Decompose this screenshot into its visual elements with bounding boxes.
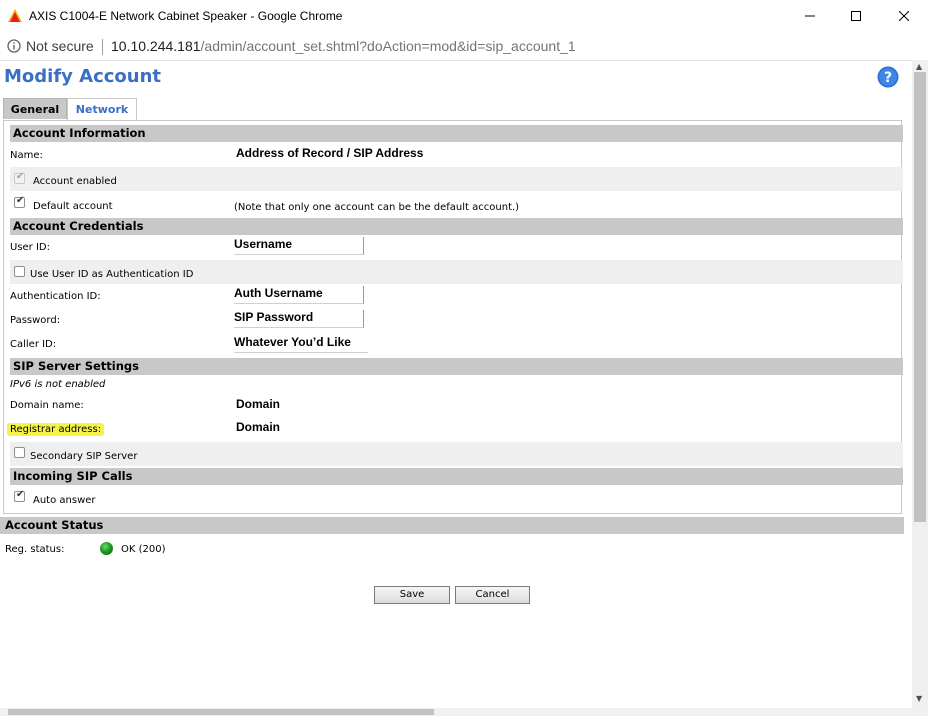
auto-answer-checkbox[interactable] (14, 489, 25, 502)
maximize-icon (851, 11, 861, 21)
secondary-sip-server-checkbox[interactable] (14, 447, 25, 458)
maximize-button[interactable] (833, 0, 879, 32)
user-id-input[interactable]: Username (234, 237, 364, 255)
tab-network[interactable]: Network (67, 98, 137, 120)
vertical-scroll-thumb[interactable] (914, 72, 926, 522)
account-enabled-label: Account enabled (33, 176, 117, 187)
page-title: Modify Account (4, 66, 162, 87)
status-ok-icon (100, 542, 113, 555)
window-title: AXIS C1004-E Network Cabinet Speaker - G… (29, 9, 343, 23)
registrar-address-value[interactable]: Domain (236, 420, 280, 434)
registrar-highlight: Registrar address: (7, 423, 105, 436)
horizontal-scroll-thumb[interactable] (8, 709, 434, 715)
svg-text:?: ? (884, 70, 892, 86)
address-bar[interactable]: Not secure 10.10.244.181/admin/account_s… (0, 32, 928, 61)
minimize-button[interactable] (787, 0, 833, 32)
user-id-value: Username (234, 237, 293, 251)
password-value: SIP Password (234, 310, 314, 324)
not-secure-label[interactable]: Not secure (26, 38, 94, 54)
reg-status-value: OK (200) (121, 544, 166, 555)
authentication-id-value: Auth Username (234, 286, 323, 300)
caller-id-label: Caller ID: (10, 339, 57, 350)
window-title-bar: AXIS C1004-E Network Cabinet Speaker - G… (0, 0, 928, 32)
reg-status-label: Reg. status: (5, 544, 65, 555)
default-account-note: (Note that only one account can be the d… (234, 202, 520, 213)
account-enabled-checkbox[interactable] (14, 171, 25, 184)
url-text[interactable]: 10.10.244.181/admin/account_set.shtml?do… (111, 38, 576, 54)
name-value[interactable]: Address of Record / SIP Address (236, 146, 423, 160)
close-window-button[interactable] (879, 0, 928, 32)
save-button[interactable]: Save (374, 586, 450, 604)
use-user-id-checkbox[interactable] (14, 266, 25, 277)
minimize-icon (805, 15, 815, 17)
ipv6-note: IPv6 is not enabled (10, 379, 106, 390)
url-host: 10.10.244.181 (111, 38, 201, 54)
caller-id-value: Whatever You’d Like (234, 335, 351, 349)
section-account-information: Account Information (10, 125, 903, 142)
default-account-label: Default account (33, 201, 113, 212)
domain-name-value[interactable]: Domain (236, 397, 280, 411)
authentication-id-label: Authentication ID: (10, 291, 101, 302)
horizontal-scrollbar[interactable] (0, 708, 912, 716)
section-incoming-sip-calls: Incoming SIP Calls (10, 468, 903, 485)
caller-id-input[interactable]: Whatever You’d Like (234, 335, 368, 353)
default-account-checkbox[interactable] (14, 195, 25, 208)
account-settings-panel: Account Information Name: Address of Rec… (3, 120, 903, 514)
help-question-icon[interactable]: ? (877, 66, 899, 88)
registrar-address-label: Registrar address: (7, 423, 105, 436)
domain-name-label: Domain name: (10, 400, 84, 411)
password-label: Password: (10, 315, 61, 326)
scroll-up-arrow-icon[interactable]: ▲ (916, 62, 922, 71)
address-separator (102, 39, 103, 55)
secondary-sip-server-row (10, 442, 903, 466)
tab-general[interactable]: General (3, 98, 67, 119)
section-account-credentials: Account Credentials (10, 218, 903, 235)
password-input[interactable]: SIP Password (234, 310, 364, 328)
url-path: /admin/account_set.shtml?doAction=mod&id… (200, 38, 576, 54)
info-icon[interactable] (7, 39, 21, 53)
scroll-down-arrow-icon[interactable]: ▼ (916, 694, 922, 703)
secondary-sip-server-label: Secondary SIP Server (30, 451, 138, 462)
section-sip-server-settings: SIP Server Settings (10, 358, 903, 375)
auto-answer-label: Auto answer (33, 495, 96, 506)
cancel-button[interactable]: Cancel (455, 586, 530, 604)
authentication-id-input[interactable]: Auth Username (234, 286, 364, 304)
user-id-label: User ID: (10, 242, 50, 253)
axis-logo-icon (8, 9, 22, 22)
name-label: Name: (10, 150, 43, 161)
close-icon (898, 11, 909, 21)
account-enabled-row (10, 167, 903, 191)
section-account-status: Account Status (0, 517, 904, 534)
vertical-scrollbar[interactable]: ▲ ▼ (912, 60, 928, 716)
use-user-id-label: Use User ID as Authentication ID (30, 269, 194, 280)
